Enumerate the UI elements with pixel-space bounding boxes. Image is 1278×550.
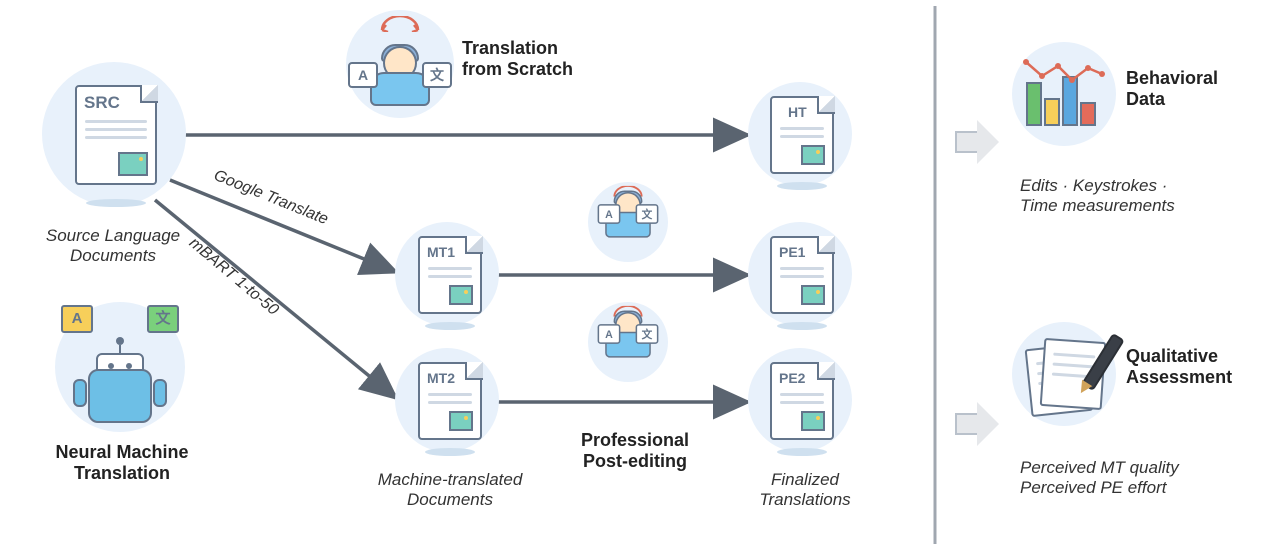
pe1-label: PE1 bbox=[772, 238, 832, 262]
ht-doc-icon: HT bbox=[770, 96, 834, 174]
nmt-robot-icon: A 文 bbox=[65, 315, 175, 427]
edge-google-translate: Google Translate bbox=[211, 167, 330, 229]
mt2-label: MT2 bbox=[420, 364, 480, 388]
behavioral-title: Behavioral Data bbox=[1126, 68, 1266, 110]
output-arrow-bottom bbox=[955, 402, 999, 442]
edge-mbart: mBART 1-to-50 bbox=[185, 234, 281, 319]
pe2-doc-icon: PE2 bbox=[770, 362, 834, 440]
output-arrow-top bbox=[955, 120, 999, 160]
source-doc-icon: SRC bbox=[75, 85, 157, 185]
nmt-label: Neural Machine Translation bbox=[42, 442, 202, 484]
translator-large-icon: A 文 bbox=[352, 24, 448, 114]
nmt-card-z: 文 bbox=[147, 305, 179, 333]
mt2-doc-icon: MT2 bbox=[418, 362, 482, 440]
qualitative-title: Qualitative Assessment bbox=[1126, 346, 1276, 388]
from-scratch-title: Translation from Scratch bbox=[462, 38, 612, 80]
qualitative-detail: Perceived MT quality Perceived PE effort bbox=[1020, 458, 1260, 498]
pe1-doc-icon: PE1 bbox=[770, 236, 834, 314]
mt1-label: MT1 bbox=[420, 238, 480, 262]
behavioral-chart-icon bbox=[1024, 58, 1104, 132]
ht-label: HT bbox=[772, 98, 832, 122]
source-caption: Source Language Documents bbox=[33, 226, 193, 266]
translator-card-a: A bbox=[348, 62, 378, 88]
pe2-label: PE2 bbox=[772, 364, 832, 388]
diagram-canvas: Google Translate mBART 1-to-50 SRC Sourc… bbox=[0, 0, 1278, 550]
final-caption: Finalized Translations bbox=[745, 470, 865, 510]
translator-card-z: 文 bbox=[422, 62, 452, 88]
qualitative-paper-pen-icon bbox=[1022, 334, 1108, 416]
post-editing-title: Professional Post-editing bbox=[560, 430, 710, 472]
behavioral-detail: Edits · Keystrokes · Time measurements bbox=[1020, 176, 1260, 216]
mt1-doc-icon: MT1 bbox=[418, 236, 482, 314]
translator-pe2-icon: A 文 bbox=[592, 312, 664, 380]
translator-pe1-icon: A 文 bbox=[592, 192, 664, 260]
nmt-card-a: A bbox=[61, 305, 93, 333]
mt-caption: Machine-translated Documents bbox=[370, 470, 530, 510]
source-doc-label: SRC bbox=[77, 87, 155, 115]
